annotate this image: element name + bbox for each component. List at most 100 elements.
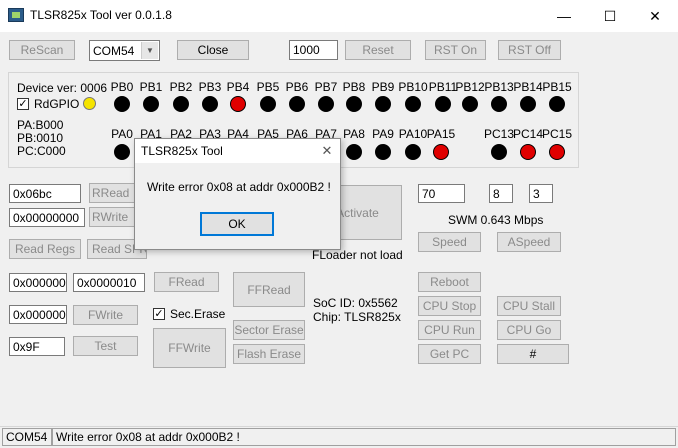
pin-label-pb11: PB11 (428, 80, 458, 94)
maximize-button[interactable]: ☐ (587, 0, 633, 32)
swm-rate: SWM 0.643 Mbps (448, 213, 544, 227)
pin-label-pb12: PB12 (455, 80, 485, 94)
aspeed-button[interactable]: ASpeed (497, 232, 561, 252)
pin-label-pc15: PC15 (542, 127, 573, 141)
dialog-close-icon[interactable]: ✕ (315, 140, 339, 162)
device-version: Device ver: 0006 (17, 81, 108, 95)
pin-dot-pc15 (549, 144, 565, 160)
cpu-stall-button[interactable]: CPU Stall (497, 296, 561, 316)
minimize-button[interactable]: — (541, 0, 587, 32)
test-button[interactable]: Test (73, 336, 138, 356)
swm-input-3[interactable]: 3 (529, 184, 553, 203)
flash-erase-button[interactable]: Flash Erase (233, 344, 305, 364)
pin-label-pa8: PA8 (343, 127, 365, 141)
pc-value: PC:C000 (17, 144, 66, 158)
sector-erase-button[interactable]: Sector Erase (233, 320, 305, 340)
pin-label-pb1: PB1 (139, 80, 163, 94)
rst-on-button[interactable]: RST On (425, 40, 486, 60)
gpio-indicator-light (83, 97, 96, 110)
reboot-button[interactable]: Reboot (418, 272, 481, 292)
pin-dot-pb8 (346, 96, 362, 112)
read-regs-button[interactable]: Read Regs (9, 239, 81, 259)
dialog-message: Write error 0x08 at addr 0x000B2 ! (147, 180, 331, 194)
soc-id: SoC ID: 0x5562 (313, 296, 398, 310)
pin-label-pb2: PB2 (169, 80, 193, 94)
rst-off-button[interactable]: RST Off (498, 40, 561, 60)
test-value-input[interactable]: 0x9F (9, 337, 65, 356)
pin-dot-pb6 (289, 96, 305, 112)
pin-dot-pc14 (520, 144, 536, 160)
baud-input[interactable]: 1000 (289, 40, 338, 60)
dialog-body (135, 163, 340, 249)
status-message: Write error 0x08 at addr 0x000B2 ! (52, 428, 676, 446)
pin-label-pb8: PB8 (342, 80, 366, 94)
pin-dot-pa8 (346, 144, 362, 160)
reg-value-input[interactable]: 0x00000000 (9, 208, 85, 227)
pin-dot-pa10 (405, 144, 421, 160)
pin-dot-pb11 (435, 96, 451, 112)
pin-label-pb15: PB15 (542, 80, 572, 94)
chevron-down-icon[interactable]: ▼ (141, 42, 158, 59)
pin-dot-pb7 (318, 96, 334, 112)
close-window-button[interactable]: ✕ (632, 0, 678, 32)
dialog-ok-button[interactable]: OK (200, 212, 274, 236)
pin-label-pb13: PB13 (484, 80, 514, 94)
rescan-button[interactable]: ReScan (9, 40, 75, 60)
pin-dot-pb14 (520, 96, 536, 112)
pa-value: PA:B000 (17, 118, 64, 132)
swm-input-2[interactable]: 8 (489, 184, 513, 203)
flash-write-addr-input[interactable]: 0x000000 (9, 305, 67, 324)
pb-value: PB:0010 (17, 131, 64, 145)
pin-label-pb6: PB6 (285, 80, 309, 94)
flash-addr-input[interactable]: 0x000000 (9, 273, 67, 292)
cpu-stop-button[interactable]: CPU Stop (418, 296, 481, 316)
get-pc-button[interactable]: Get PC (418, 344, 481, 364)
ffread-button[interactable]: FFRead (233, 272, 305, 307)
cpu-go-button[interactable]: CPU Go (497, 320, 561, 340)
sec-erase-checkbox[interactable]: ✓ (153, 308, 165, 320)
pin-label-pb7: PB7 (314, 80, 338, 94)
hash-button[interactable]: # (497, 344, 569, 364)
pin-dot-pb1 (143, 96, 159, 112)
pin-label-pb3: PB3 (198, 80, 222, 94)
pin-label-pb5: PB5 (256, 80, 280, 94)
pin-dot-pb3 (202, 96, 218, 112)
pin-label-pc13: PC13 (484, 127, 515, 141)
pin-label-pa9: PA9 (372, 127, 394, 141)
pin-dot-pb13 (491, 96, 507, 112)
close-port-button[interactable]: Close (177, 40, 249, 60)
cpu-run-button[interactable]: CPU Run (418, 320, 481, 340)
pin-label-pb0: PB0 (110, 80, 134, 94)
pin-dot-pb0 (114, 96, 130, 112)
pin-dot-pb5 (260, 96, 276, 112)
pin-label-pb10: PB10 (398, 80, 428, 94)
pin-dot-pa9 (375, 144, 391, 160)
pin-label-pb4: PB4 (226, 80, 250, 94)
port-select[interactable]: COM54 ▼ (89, 40, 160, 61)
pin-label-pb9: PB9 (371, 80, 395, 94)
fread-button[interactable]: FRead (154, 272, 219, 292)
chip-name: Chip: TLSR825x (313, 310, 401, 324)
fwrite-button[interactable]: FWrite (73, 305, 138, 325)
pin-label-pb14: PB14 (513, 80, 543, 94)
reset-button[interactable]: Reset (345, 40, 411, 60)
pin-dot-pb12 (462, 96, 478, 112)
pin-dot-pb15 (549, 96, 565, 112)
swm-input-1[interactable]: 70 (418, 184, 465, 203)
floader-status: FLoader not load (312, 248, 403, 262)
pin-label-pa15: PA15 (426, 127, 456, 141)
pin-dot-pb4 (230, 96, 246, 112)
ffwrite-button[interactable]: FFWrite (153, 328, 226, 368)
status-port: COM54 (2, 428, 52, 446)
speed-button[interactable]: Speed (418, 232, 481, 252)
pin-dot-pc13 (491, 144, 507, 160)
dialog-title: TLSR825x Tool (141, 144, 223, 158)
pin-dot-pa15 (433, 144, 449, 160)
flash-len-input[interactable]: 0x0000010 (73, 273, 145, 292)
rdgpio-checkbox[interactable]: ✓ (17, 98, 29, 110)
pin-label-pc14: PC14 (513, 127, 544, 141)
error-dialog: TLSR825x Tool ✕ Write error 0x08 at addr… (134, 138, 341, 250)
rdgpio-label: RdGPIO (34, 97, 80, 111)
reg-addr-input[interactable]: 0x06bc (9, 184, 81, 203)
window-title: TLSR825x Tool ver 0.0.1.8 (30, 8, 172, 22)
